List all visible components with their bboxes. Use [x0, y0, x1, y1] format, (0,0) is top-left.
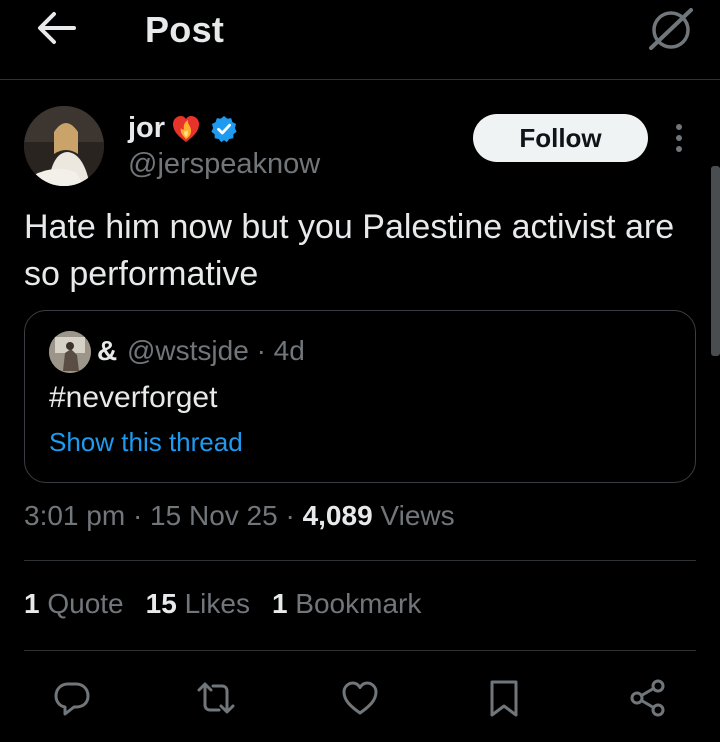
grok-button[interactable]: [645, 4, 697, 52]
bookmarks-label: Bookmark: [287, 588, 422, 619]
show-thread-link[interactable]: Show this thread: [49, 427, 243, 458]
quotes-label: Quote: [39, 588, 124, 619]
bookmark-icon: [490, 680, 518, 717]
fire-heart-emoji: [173, 116, 199, 142]
repost-button[interactable]: [196, 678, 236, 718]
quoted-author-handle-time: @wstsjde · 4d: [127, 335, 305, 366]
share-icon: [630, 679, 665, 717]
scrollbar[interactable]: [711, 166, 720, 356]
engagement-stats: 1 Quote 15 Likes 1 Bookmark: [24, 588, 443, 620]
quoted-author-name: &: [97, 335, 118, 366]
bookmark-button[interactable]: [484, 678, 524, 718]
quoted-post[interactable]: & @wstsjde · 4d #neverforget Show this t…: [24, 310, 696, 483]
views-count: 4,089: [302, 500, 373, 531]
likes-count: 15: [145, 588, 177, 619]
reply-button[interactable]: [52, 678, 92, 718]
repost-icon: [197, 682, 235, 714]
likes-stat[interactable]: 15 Likes: [146, 588, 250, 619]
grok-icon: [649, 8, 693, 50]
more-icon: [676, 124, 682, 152]
author-display-name[interactable]: jor: [128, 112, 165, 145]
author-avatar[interactable]: [24, 106, 104, 186]
back-button[interactable]: [34, 8, 78, 48]
verified-icon: [211, 116, 237, 143]
top-bar: Post: [0, 0, 720, 80]
quoted-author-avatar: [49, 331, 91, 373]
like-button[interactable]: [340, 678, 380, 718]
back-arrow-icon: [38, 12, 76, 44]
post-timestamp[interactable]: 3:01 pm · 15 Nov 25 ·: [24, 500, 303, 531]
share-button[interactable]: [628, 678, 668, 718]
avatar-image: [24, 106, 104, 186]
divider: [24, 650, 696, 651]
quoted-post-text: #neverforget: [49, 381, 218, 414]
bookmarks-stat[interactable]: 1 Bookmark: [272, 588, 421, 619]
page-title: Post: [145, 9, 225, 50]
like-icon: [342, 681, 378, 715]
author-handle[interactable]: @jerspeaknow: [128, 148, 320, 181]
quotes-stat[interactable]: 1 Quote: [24, 588, 124, 619]
more-options-button[interactable]: [668, 122, 690, 154]
post-meta: 3:01 pm · 15 Nov 25 · 4,089 Views: [24, 500, 455, 532]
reply-icon: [54, 682, 90, 716]
bookmarks-count: 1: [271, 588, 288, 619]
quotes-count: 1: [24, 588, 40, 619]
likes-label: Likes: [176, 588, 250, 619]
post-text: Hate him now but you Palestine activist …: [24, 208, 675, 293]
divider: [24, 560, 696, 561]
follow-button[interactable]: Follow: [473, 114, 648, 162]
views-label: Views: [372, 500, 455, 531]
